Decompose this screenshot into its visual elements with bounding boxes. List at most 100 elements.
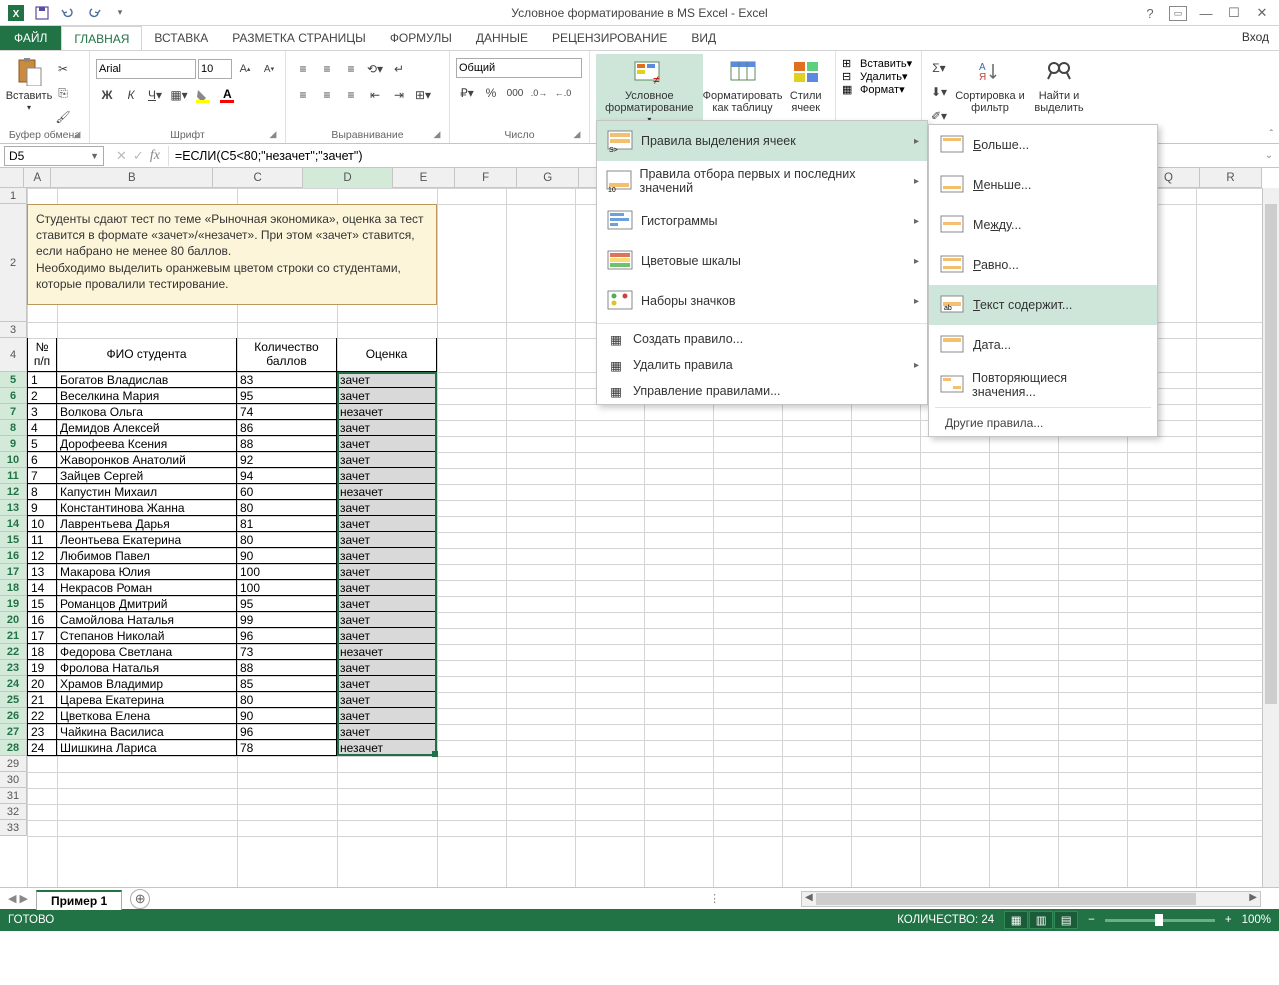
table-row[interactable]: 23Чайкина Василиса96зачет (27, 724, 437, 740)
table-cell[interactable]: зачет (337, 724, 437, 740)
table-cell[interactable]: Степанов Николай (57, 628, 237, 644)
table-cell[interactable]: Константинова Жанна (57, 500, 237, 516)
row-header[interactable]: 28 (0, 740, 26, 756)
table-cell[interactable]: 94 (237, 468, 337, 484)
copy-icon[interactable]: ⎘ (52, 82, 74, 104)
row-header[interactable]: 23 (0, 660, 26, 676)
align-top-icon[interactable]: ≡ (292, 58, 314, 80)
save-icon[interactable] (30, 2, 54, 24)
conditional-formatting-button[interactable]: ≠ Условное форматирование ▾ (596, 54, 703, 125)
table-cell[interactable]: Богатов Владислав (57, 372, 237, 388)
table-cell[interactable]: Капустин Михаил (57, 484, 237, 500)
column-header[interactable]: R (1200, 168, 1262, 188)
menu-top-bottom-rules[interactable]: 10 Правила отбора первых и последних зна… (597, 161, 927, 201)
table-cell[interactable]: зачет (337, 676, 437, 692)
table-cell[interactable]: 9 (27, 500, 57, 516)
vertical-scrollbar[interactable] (1262, 188, 1279, 887)
fx-icon[interactable]: fx (150, 148, 160, 164)
row-header[interactable]: 8 (0, 420, 26, 436)
row-header[interactable]: 17 (0, 564, 26, 580)
table-cell[interactable]: 12 (27, 548, 57, 564)
tab-data[interactable]: ДАННЫЕ (464, 26, 540, 50)
expand-formula-bar-icon[interactable]: ⌄ (1259, 150, 1279, 161)
menu-clear-rules[interactable]: ▦ Удалить правила▸ (597, 352, 927, 378)
zoom-slider[interactable] (1105, 919, 1215, 922)
table-cell[interactable]: 24 (27, 740, 57, 756)
format-as-table-button[interactable]: Форматировать как таблицу (703, 54, 783, 114)
row-header[interactable]: 24 (0, 676, 26, 692)
table-cell[interactable]: 100 (237, 580, 337, 596)
table-cell[interactable]: 1 (27, 372, 57, 388)
zoom-in-icon[interactable]: + (1225, 914, 1232, 926)
row-header[interactable]: 1 (0, 188, 26, 204)
row-header[interactable]: 19 (0, 596, 26, 612)
find-select-button[interactable]: Найти и выделить (1026, 54, 1092, 114)
number-format-input[interactable] (456, 58, 582, 78)
align-launcher[interactable]: ◢ (431, 129, 443, 141)
table-cell[interactable]: 7 (27, 468, 57, 484)
table-cell[interactable]: зачет (337, 500, 437, 516)
submenu-less[interactable]: Меньше... (929, 165, 1157, 205)
table-cell[interactable]: 13 (27, 564, 57, 580)
row-header[interactable]: 3 (0, 322, 26, 338)
fill-icon[interactable]: ⬇▾ (928, 81, 950, 103)
table-row[interactable]: 19Фролова Наталья88зачет (27, 660, 437, 676)
row-header[interactable]: 18 (0, 580, 26, 596)
table-cell[interactable]: зачет (337, 628, 437, 644)
row-header[interactable]: 26 (0, 708, 26, 724)
table-cell[interactable]: 88 (237, 660, 337, 676)
select-all-corner[interactable] (0, 168, 24, 187)
table-cell[interactable]: Жаворонков Анатолий (57, 452, 237, 468)
table-cell[interactable]: 6 (27, 452, 57, 468)
font-size-input[interactable] (198, 59, 232, 79)
table-cell[interactable]: зачет (337, 564, 437, 580)
menu-manage-rules[interactable]: ▦ Управление правилами... (597, 378, 927, 404)
table-cell[interactable]: незачет (337, 740, 437, 756)
horizontal-scrollbar[interactable]: ◀ ▶ (801, 891, 1261, 907)
tab-review[interactable]: РЕЦЕНЗИРОВАНИЕ (540, 26, 679, 50)
table-cell[interactable]: Самойлова Наталья (57, 612, 237, 628)
table-cell[interactable]: 5 (27, 436, 57, 452)
table-cell[interactable]: 92 (237, 452, 337, 468)
table-cell[interactable]: 10 (27, 516, 57, 532)
table-row[interactable]: 20Храмов Владимир85зачет (27, 676, 437, 692)
cut-icon[interactable]: ✂ (52, 58, 74, 80)
table-cell[interactable]: 3 (27, 404, 57, 420)
chevron-down-icon[interactable]: ▼ (90, 151, 99, 161)
row-header[interactable]: 31 (0, 788, 26, 804)
menu-highlight-rules[interactable]: S> Правила выделения ячеек▸ (597, 121, 927, 161)
table-cell[interactable]: Зайцев Сергей (57, 468, 237, 484)
sheet-tab-active[interactable]: Пример 1 (36, 890, 122, 910)
column-header[interactable]: F (455, 168, 517, 188)
zoom-level[interactable]: 100% (1242, 914, 1271, 926)
row-header[interactable]: 33 (0, 820, 26, 836)
row-header[interactable]: 22 (0, 644, 26, 660)
autosum-icon[interactable]: Σ▾ (928, 57, 950, 79)
merge-icon[interactable]: ⊞▾ (412, 84, 434, 106)
table-cell[interactable]: 18 (27, 644, 57, 660)
menu-new-rule[interactable]: ▦ Создать правило... (597, 326, 927, 352)
cell-styles-button[interactable]: Стили ячеек (782, 54, 829, 114)
menu-icon-sets[interactable]: Наборы значков▸ (597, 281, 927, 321)
font-color-icon[interactable]: А (216, 84, 238, 106)
table-cell[interactable]: зачет (337, 692, 437, 708)
table-cell[interactable]: зачет (337, 516, 437, 532)
percent-icon[interactable]: % (480, 82, 502, 104)
table-cell[interactable]: 17 (27, 628, 57, 644)
tab-insert[interactable]: ВСТАВКА (142, 26, 220, 50)
clipboard-launcher[interactable]: ◢ (71, 129, 83, 141)
table-cell[interactable]: Царева Екатерина (57, 692, 237, 708)
row-header[interactable]: 25 (0, 692, 26, 708)
row-header[interactable]: 6 (0, 388, 26, 404)
table-row[interactable]: 13Макарова Юлия100зачет (27, 564, 437, 580)
table-cell[interactable]: Лаврентьева Дарья (57, 516, 237, 532)
table-row[interactable]: 5Дорофеева Ксения88зачет (27, 436, 437, 452)
table-cell[interactable]: Дорофеева Ксения (57, 436, 237, 452)
row-header[interactable]: 16 (0, 548, 26, 564)
inc-decimal-icon[interactable]: .0→ (528, 82, 550, 104)
row-header[interactable]: 32 (0, 804, 26, 820)
submenu-date[interactable]: Дата... (929, 325, 1157, 365)
accounting-icon[interactable]: ₽▾ (456, 82, 478, 104)
table-cell[interactable]: зачет (337, 420, 437, 436)
submenu-between[interactable]: Между... (929, 205, 1157, 245)
